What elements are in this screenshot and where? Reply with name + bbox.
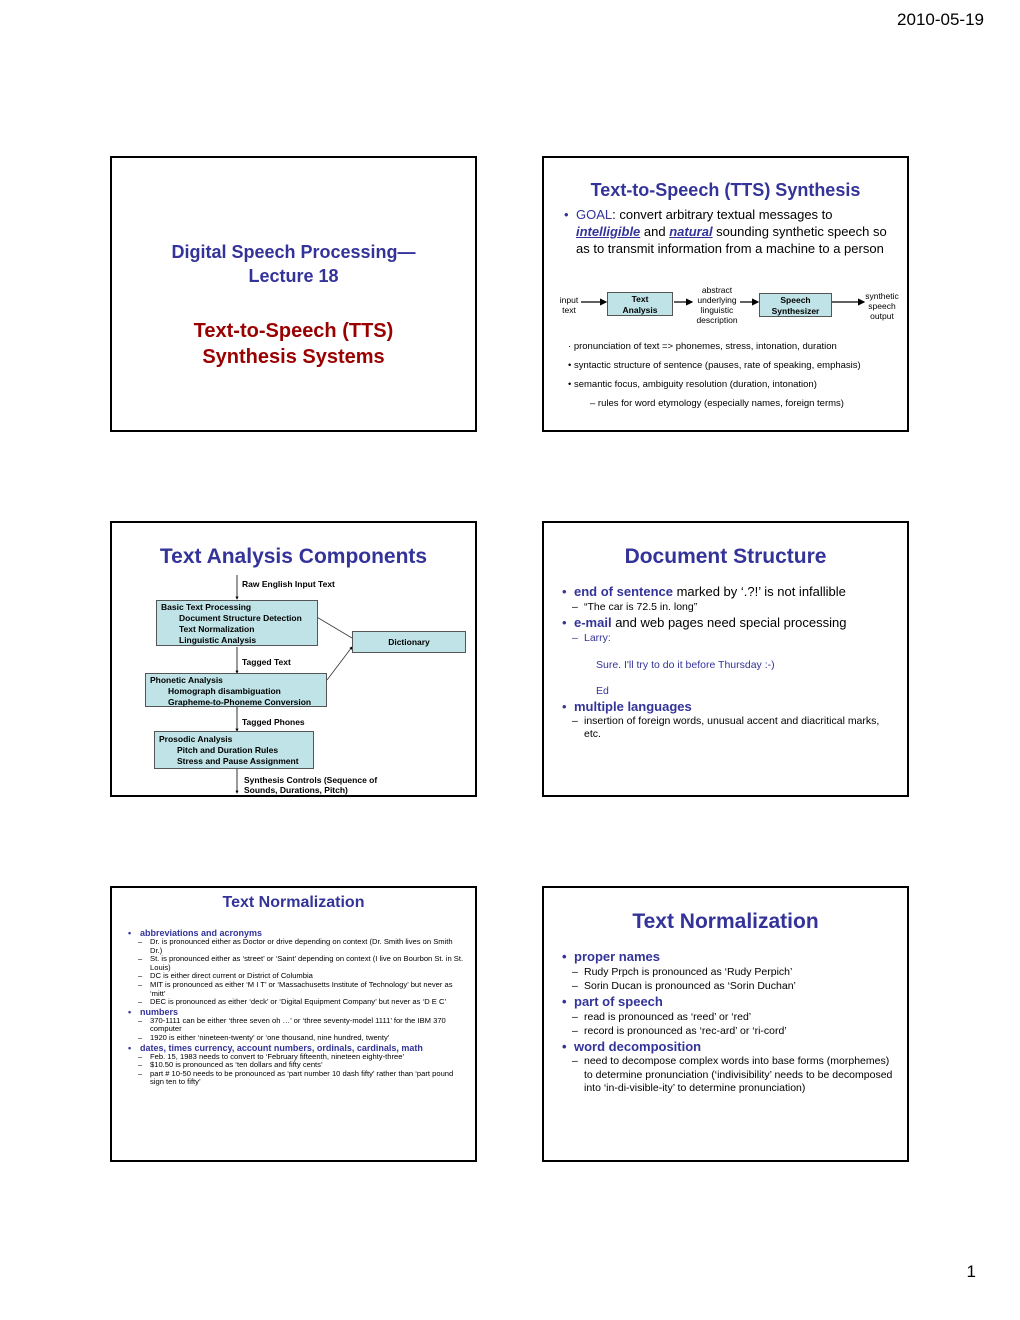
sub-item: part # 10-50 needs to be pronounced as ‘… bbox=[126, 1069, 465, 1087]
box-head: Prosodic Analysis bbox=[159, 734, 233, 744]
point-text: semantic focus, ambiguity resolution (du… bbox=[573, 379, 817, 390]
email-body: Sure. I'll try to do it before Thursday … bbox=[596, 659, 775, 671]
slide-heading: Text Normalization bbox=[632, 910, 819, 933]
bullet-item: end of sentence marked by ‘.?!’ is not i… bbox=[560, 583, 897, 600]
slide-text-normalization-2: Text Normalization proper names Rudy Prp… bbox=[542, 886, 909, 1162]
synthesis-controls-label: Synthesis Controls (Sequence of Sounds, … bbox=[244, 775, 377, 795]
dictionary-box: Dictionary bbox=[352, 631, 466, 653]
bullet-text: marked by ‘.?!’ is not infallible bbox=[672, 584, 846, 599]
point-item: · pronunciation of text => phonemes, str… bbox=[568, 341, 837, 352]
mid-line: linguistic bbox=[700, 305, 734, 315]
point-item: • syntactic structure of sentence (pause… bbox=[568, 360, 861, 371]
diagram-mid-label: abstract underlying linguistic descripti… bbox=[692, 285, 742, 325]
slide-title: Digital Speech Processing— Lecture 18 Te… bbox=[110, 156, 477, 432]
point-item: • semantic focus, ambiguity resolution (… bbox=[568, 379, 817, 390]
bullet-bold: multiple languages bbox=[574, 699, 692, 714]
raw-input-label: Raw English Input Text bbox=[242, 579, 335, 589]
sub-item: Dr. is pronounced either as Doctor or dr… bbox=[126, 937, 465, 955]
section-head: word decomposition bbox=[560, 1038, 897, 1055]
sub-item: insertion of foreign words, unusual acce… bbox=[560, 715, 897, 741]
sub-item: Sorin Ducan is pronounced as ‘Sorin Duch… bbox=[560, 979, 897, 993]
mid-line: underlying bbox=[697, 295, 737, 305]
sub-item: 1920 is either ‘nineteen-twenty’ or ‘one… bbox=[126, 1033, 465, 1043]
sub-item: 370-1111 can be either ‘three seven oh …… bbox=[126, 1016, 465, 1034]
slide-document-structure: Document Structure end of sentence marke… bbox=[542, 521, 909, 797]
sub-item: need to decompose complex words into bas… bbox=[560, 1055, 897, 1096]
box-item: Text Normalization bbox=[179, 624, 255, 634]
page-number: 1 bbox=[966, 1262, 976, 1281]
diagram-output-label: synthetic speech output bbox=[860, 291, 904, 321]
email-greeting: Larry: bbox=[560, 631, 897, 645]
email-signature: Ed bbox=[596, 685, 609, 697]
lecture-title-line2: Lecture 18 bbox=[248, 266, 339, 286]
box-item: Homograph disambiguation bbox=[168, 686, 281, 696]
controls-line: Synthesis Controls (Sequence of bbox=[244, 775, 378, 785]
phonetic-analysis-box: Phonetic Analysis Homograph disambiguati… bbox=[145, 673, 327, 707]
text-analysis-box: Text Analysis bbox=[607, 292, 673, 316]
sub-item: MIT is pronounced as either ‘M I T’ or ‘… bbox=[126, 980, 465, 998]
box-head: Basic Text Processing bbox=[161, 602, 252, 612]
point-text: syntactic structure of sentence (pauses,… bbox=[573, 360, 861, 371]
output-line: speech bbox=[868, 301, 896, 311]
page-date: 2010-05-19 bbox=[897, 10, 984, 29]
bullet-item: multiple languages bbox=[560, 698, 897, 715]
normalization-list: abbreviations and acronyms Dr. is pronou… bbox=[126, 928, 465, 1087]
box-item: Linguistic Analysis bbox=[179, 635, 257, 645]
box-line: Speech bbox=[780, 295, 811, 305]
box-item: Grapheme-to-Phoneme Conversion bbox=[168, 697, 312, 707]
dict-line-basic bbox=[314, 615, 353, 639]
speech-synthesizer-box: Speech Synthesizer bbox=[759, 293, 832, 317]
lecture-title-line1: Digital Speech Processing— bbox=[171, 242, 416, 262]
slide-heading: Text Normalization bbox=[222, 894, 365, 911]
controls-line: Sounds, Durations, Pitch) bbox=[244, 785, 348, 795]
output-line: output bbox=[870, 311, 894, 321]
section-head: part of speech bbox=[560, 993, 897, 1010]
dict-line-phonetic bbox=[326, 646, 353, 681]
box-item: Document Structure Detection bbox=[179, 613, 302, 623]
bullet-bold: e-mail bbox=[574, 615, 612, 630]
box-line: Analysis bbox=[622, 305, 658, 315]
point-text: pronunciation of text => phonemes, stres… bbox=[573, 341, 837, 352]
mid-line: description bbox=[696, 315, 738, 325]
lecture-subtitle-line2: Synthesis Systems bbox=[202, 346, 385, 368]
sub-item: DEC is pronounced as either ‘deck’ or ‘D… bbox=[126, 998, 465, 1007]
lecture-subtitle-line1: Text-to-Speech (TTS) bbox=[193, 320, 394, 342]
bullet-text: and web pages need special processing bbox=[611, 615, 847, 630]
section-head: proper names bbox=[560, 948, 897, 965]
sub-item: Rudy Prpch is pronounced as ‘Rudy Perpic… bbox=[560, 965, 897, 979]
box-line: Text bbox=[631, 294, 649, 304]
tts-points: · pronunciation of text => phonemes, str… bbox=[568, 337, 861, 413]
slide-heading: Document Structure bbox=[624, 545, 827, 568]
sub-item: “The car is 72.5 in. long” bbox=[560, 600, 897, 614]
bullet-item: e-mail and web pages need special proces… bbox=[560, 614, 897, 631]
doc-structure-list: end of sentence marked by ‘.?!’ is not i… bbox=[560, 583, 897, 741]
basic-text-processing-box: Basic Text Processing Document Structure… bbox=[156, 600, 318, 646]
sub-item: record is pronounced as ‘rec-ard’ or ‘ri… bbox=[560, 1024, 897, 1038]
output-line: synthetic bbox=[865, 291, 899, 301]
box-head: Phonetic Analysis bbox=[150, 675, 223, 685]
tagged-text-label: Tagged Text bbox=[242, 657, 291, 667]
prosodic-analysis-box: Prosodic Analysis Pitch and Duration Rul… bbox=[154, 731, 314, 769]
slide-tts-synthesis: Text-to-Speech (TTS) Synthesis GOAL: con… bbox=[542, 156, 909, 432]
bullet-bold: end of sentence bbox=[574, 584, 673, 599]
tagged-phones-label: Tagged Phones bbox=[242, 717, 305, 727]
sub-item: read is pronounced as ‘reed’ or ‘red’ bbox=[560, 1010, 897, 1024]
slide-text-analysis-components: Text Analysis Components Raw English Inp… bbox=[110, 521, 477, 797]
normalization-list: proper names Rudy Prpch is pronounced as… bbox=[560, 948, 897, 1096]
box-line: Synthesizer bbox=[771, 306, 820, 316]
box-item: Stress and Pause Assignment bbox=[177, 756, 299, 766]
sub-item: St. is pronounced either as ‘street’ or … bbox=[126, 954, 465, 972]
box-item: Pitch and Duration Rules bbox=[177, 745, 279, 755]
mid-line: abstract bbox=[701, 285, 733, 295]
slide-text-normalization-1: Text Normalization abbreviations and acr… bbox=[110, 886, 477, 1162]
point-subitem: – rules for word etymology (especially n… bbox=[590, 398, 844, 409]
